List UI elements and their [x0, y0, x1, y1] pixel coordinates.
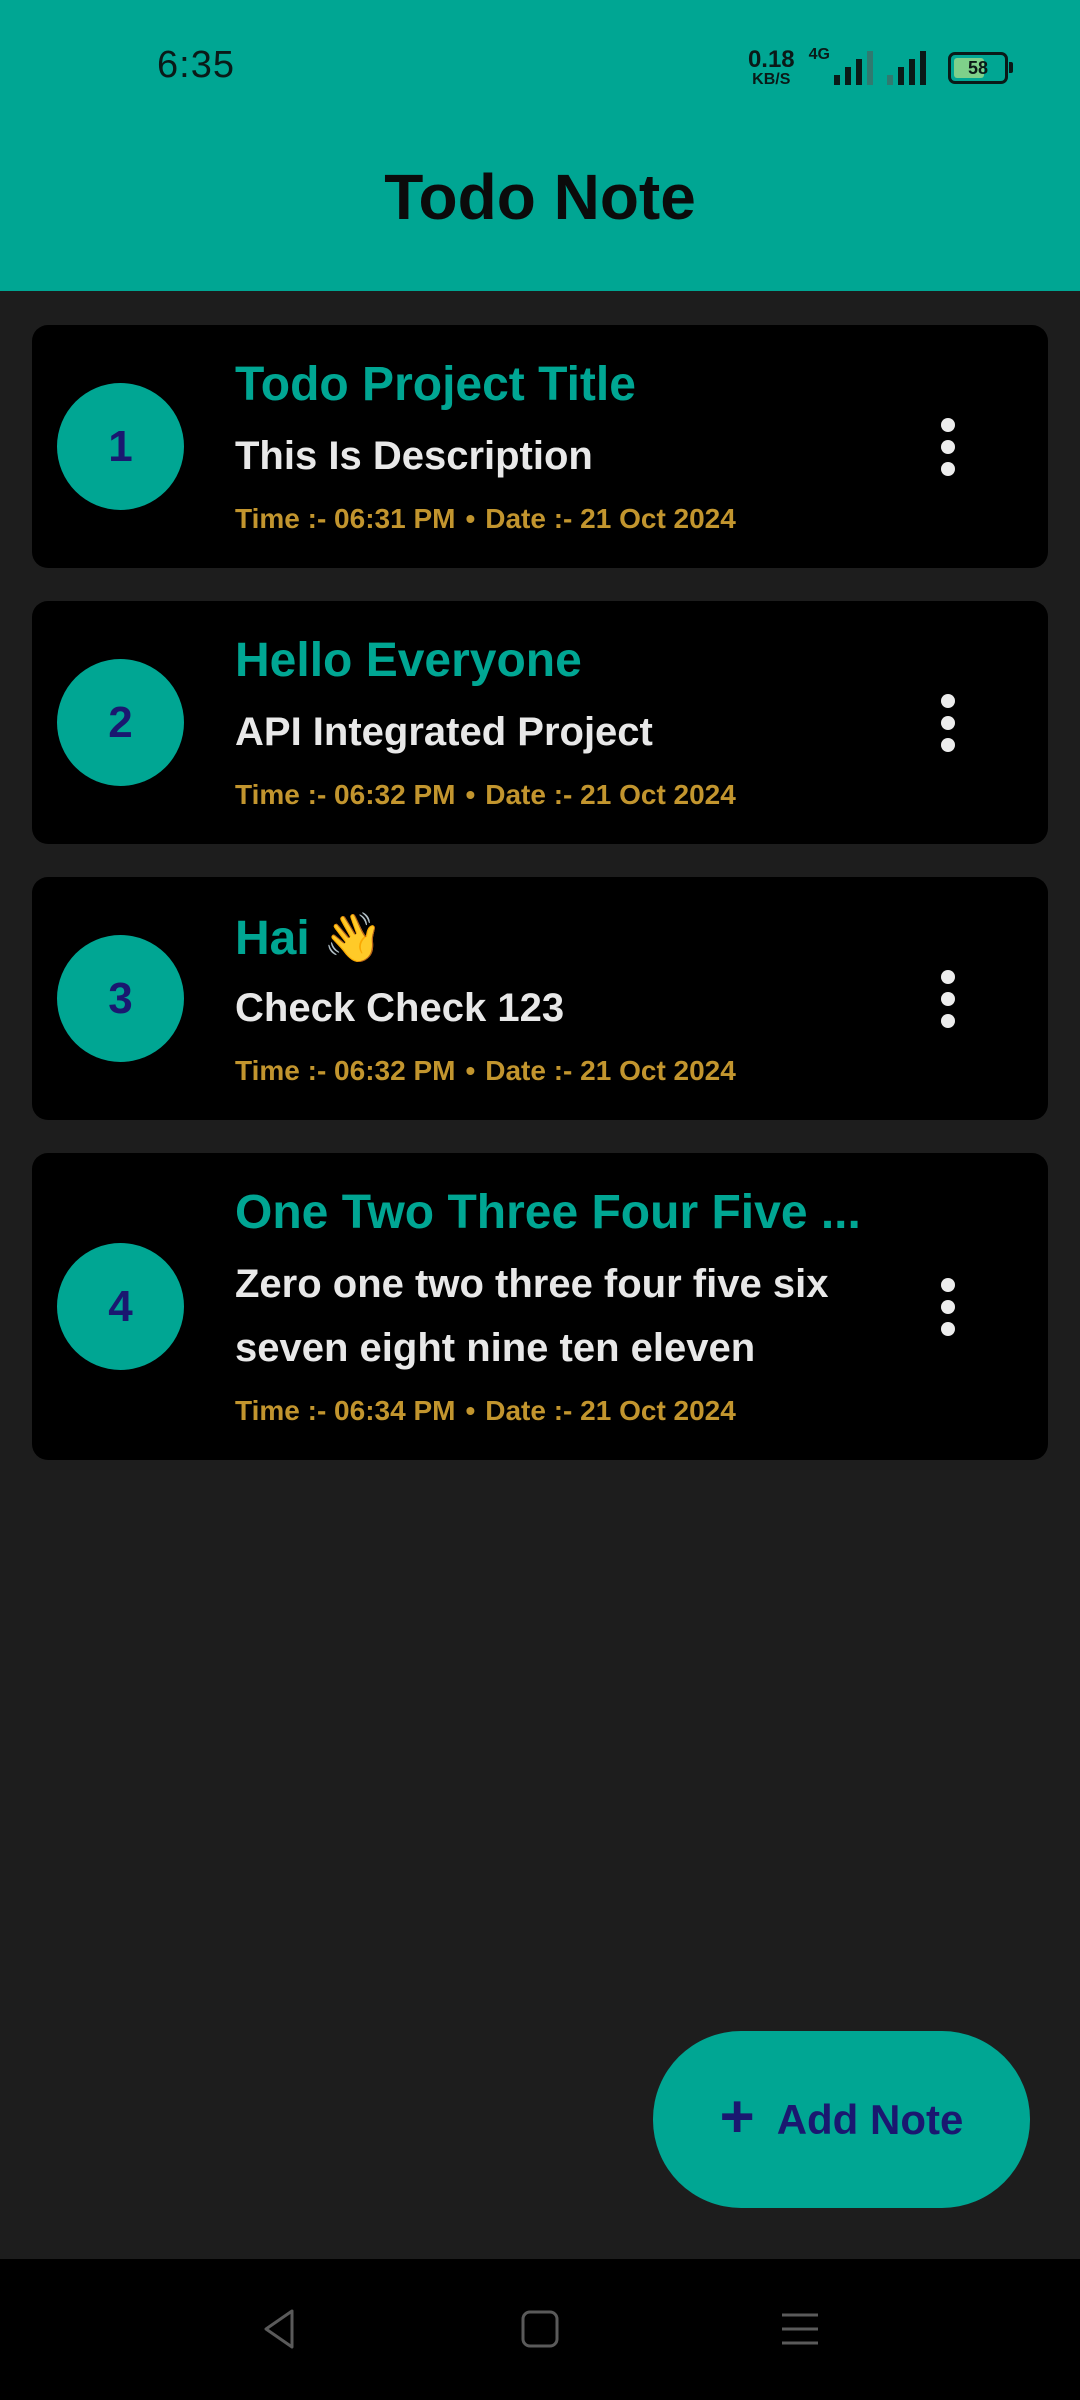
more-options-icon[interactable]	[924, 683, 972, 763]
status-time: 6:35	[157, 44, 235, 86]
note-time: Time :- 06:32 PM	[235, 1055, 456, 1086]
note-description: This Is Description	[235, 434, 593, 478]
home-icon[interactable]	[510, 2299, 570, 2359]
note-number: 1	[57, 383, 184, 510]
note-time: Time :- 06:32 PM	[235, 779, 456, 810]
signal-icon-sim2	[887, 51, 926, 85]
note-title: Hello Everyone	[235, 634, 582, 687]
net-speed: 0.18 KB/S	[748, 48, 795, 88]
note-description: Check Check 123	[235, 986, 565, 1030]
separator: •	[465, 1055, 476, 1086]
note-card[interactable]: 2 Hello Everyone API Integrated Project …	[32, 601, 1048, 844]
note-date: Date :- 21 Oct 2024	[485, 503, 736, 534]
separator: •	[465, 503, 476, 534]
recents-icon[interactable]	[770, 2299, 830, 2359]
note-date: Date :- 21 Oct 2024	[485, 1395, 736, 1426]
back-icon[interactable]	[250, 2299, 310, 2359]
note-card[interactable]: 3 Hai 👋 Check Check 123 Time :- 06:32 PM…	[32, 877, 1048, 1120]
more-options-icon[interactable]	[924, 407, 972, 487]
note-number: 3	[57, 935, 184, 1062]
note-description: API Integrated Project	[235, 710, 653, 754]
note-meta: Time :- 06:32 PM • Date :- 21 Oct 2024	[235, 1055, 736, 1087]
page-title: Todo Note	[384, 161, 696, 233]
app-header: 6:35 0.18 KB/S 4G 58 Todo Note	[0, 0, 1080, 291]
separator: •	[465, 1395, 476, 1426]
note-meta: Time :- 06:32 PM • Date :- 21 Oct 2024	[235, 779, 736, 811]
note-description: Zero one two three four five six seven e…	[235, 1262, 829, 1370]
note-date: Date :- 21 Oct 2024	[485, 779, 736, 810]
more-options-icon[interactable]	[924, 959, 972, 1039]
system-nav-bar	[0, 2259, 1080, 2400]
note-card[interactable]: 4 One Two Three Four Five ... Zero one t…	[32, 1153, 1048, 1460]
note-title: One Two Three Four Five ...	[235, 1186, 861, 1239]
note-time: Time :- 06:34 PM	[235, 1395, 456, 1426]
note-meta: Time :- 06:31 PM • Date :- 21 Oct 2024	[235, 503, 736, 535]
signal-icon	[834, 51, 873, 85]
battery-icon: 58	[948, 52, 1013, 84]
note-title: Todo Project Title	[235, 358, 636, 411]
plus-icon: +	[719, 2082, 755, 2150]
add-note-button[interactable]: + Add Note	[653, 2031, 1030, 2208]
note-card[interactable]: 1 Todo Project Title This Is Description…	[32, 325, 1048, 568]
status-icons: 0.18 KB/S 4G 58	[748, 46, 1013, 90]
note-date: Date :- 21 Oct 2024	[485, 1055, 736, 1086]
network-type: 4G	[808, 46, 830, 63]
separator: •	[465, 779, 476, 810]
note-title: Hai 👋	[235, 912, 383, 965]
note-number: 2	[57, 659, 184, 786]
add-note-label: Add Note	[776, 2095, 964, 2143]
note-number: 4	[57, 1243, 184, 1370]
note-meta: Time :- 06:34 PM • Date :- 21 Oct 2024	[235, 1395, 736, 1427]
net-speed-value: 0.18	[747, 46, 795, 73]
note-time: Time :- 06:31 PM	[235, 503, 456, 534]
net-speed-unit: KB/S	[752, 71, 791, 88]
battery-level: 58	[967, 57, 989, 78]
more-options-icon[interactable]	[924, 1267, 972, 1347]
